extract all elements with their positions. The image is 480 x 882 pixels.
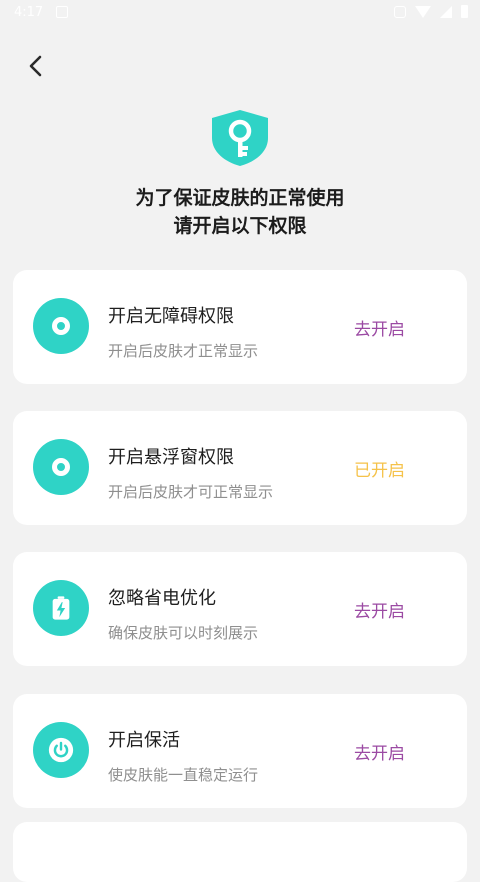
permission-subtitle: 开启后皮肤才正常显示 — [108, 342, 259, 360]
status-icons — [394, 5, 468, 18]
permission-card-floating-window: 开启悬浮窗权限 开启后皮肤才可正常显示 已开启 — [13, 411, 467, 525]
notification-icon — [56, 6, 68, 18]
wifi-icon — [415, 5, 431, 18]
permission-card-accessibility: 开启无障碍权限 开启后皮肤才正常显示 去开启 — [13, 270, 467, 384]
cellular-icon — [440, 5, 452, 18]
floating-window-enabled-status[interactable]: 已开启 — [354, 456, 405, 481]
shield-key-icon — [209, 108, 271, 168]
battery-status-icon — [461, 5, 468, 18]
chevron-left-icon — [29, 55, 42, 77]
title-line-1: 为了保证皮肤的正常使用 — [135, 187, 345, 209]
power-icon — [33, 722, 89, 778]
permission-title: 开启悬浮窗权限 — [108, 447, 234, 468]
floating-window-icon — [33, 439, 89, 495]
permission-subtitle: 确保皮肤可以时刻展示 — [108, 624, 259, 642]
permission-title: 开启无障碍权限 — [108, 306, 234, 327]
tips-card — [13, 822, 467, 882]
permission-card-keep-alive: 开启保活 使皮肤能一直稳定运行 去开启 — [13, 694, 467, 808]
permission-subtitle: 使皮肤能一直稳定运行 — [108, 766, 259, 784]
enable-keep-alive-button[interactable]: 去开启 — [354, 739, 405, 764]
back-button[interactable] — [22, 52, 50, 80]
battery-icon — [33, 580, 89, 636]
status-bar: 4:17 — [0, 0, 480, 26]
permission-card-battery: 忽略省电优化 确保皮肤可以时刻展示 去开启 — [13, 552, 467, 666]
permission-subtitle: 开启后皮肤才可正常显示 — [108, 483, 274, 501]
permission-title: 忽略省电优化 — [108, 588, 216, 609]
status-time: 4:17 — [14, 5, 44, 20]
accessibility-icon — [33, 298, 89, 354]
page-title: 为了保证皮肤的正常使用 请开启以下权限 — [0, 184, 480, 240]
permission-title: 开启保活 — [108, 730, 180, 751]
enable-battery-optimization-button[interactable]: 去开启 — [354, 597, 405, 622]
title-line-2: 请开启以下权限 — [173, 215, 307, 237]
enable-accessibility-button[interactable]: 去开启 — [354, 315, 405, 340]
vibrate-icon — [394, 5, 406, 18]
